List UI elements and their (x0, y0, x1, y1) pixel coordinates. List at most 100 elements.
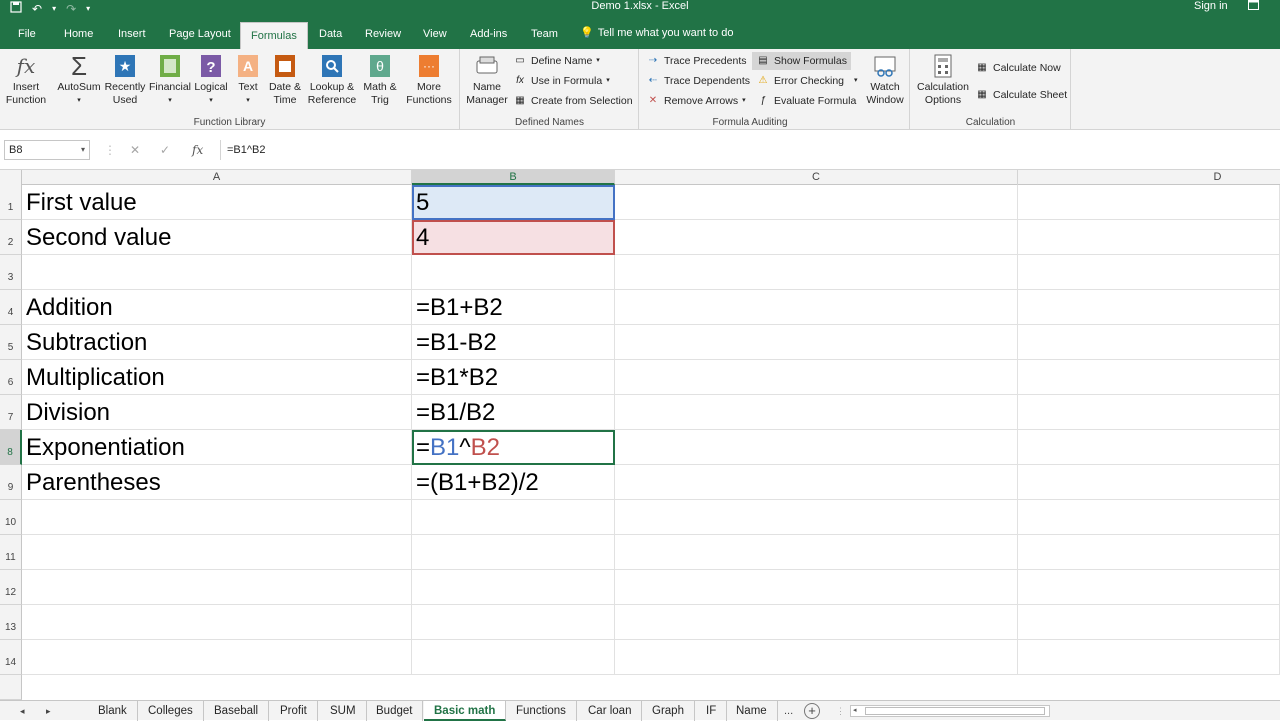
cell-a4[interactable]: Addition (22, 290, 412, 325)
financial-button[interactable]: Financial ▾ (148, 53, 192, 107)
cell-c3[interactable] (615, 255, 1018, 290)
row-header[interactable]: 9 (0, 465, 22, 500)
sheet-tab-budget[interactable]: Budget (366, 701, 424, 721)
row-header[interactable] (0, 675, 22, 700)
cell-a3[interactable] (22, 255, 412, 290)
calculate-now-button[interactable]: ▦ Calculate Now (975, 59, 1060, 77)
cell-b13[interactable] (412, 605, 615, 640)
row-header[interactable]: 1 (0, 185, 22, 220)
sheet-tab-car-loan[interactable]: Car loan (578, 701, 643, 721)
cell-d2[interactable] (1018, 220, 1280, 255)
trace-dependents-button[interactable]: ⇠ Trace Dependents (646, 72, 750, 90)
sheet-tab-profit[interactable]: Profit (270, 701, 318, 721)
select-all-button[interactable] (0, 170, 22, 185)
cell-d5[interactable] (1018, 325, 1280, 360)
row-header[interactable]: 5 (0, 325, 22, 360)
tab-add-ins[interactable]: Add-ins (460, 18, 517, 49)
add-sheet-icon[interactable]: + (804, 703, 820, 719)
cell-c12[interactable] (615, 570, 1018, 605)
tab-data[interactable]: Data (309, 18, 352, 49)
cell-b8[interactable]: =B1^B2 (412, 430, 615, 465)
autosum-button[interactable]: Σ AutoSum ▾ (56, 53, 102, 107)
sheet-tab-baseball[interactable]: Baseball (204, 701, 270, 721)
column-header-d[interactable]: D (1018, 170, 1280, 185)
formula-input[interactable]: =B1^B2 (220, 140, 1276, 160)
sheet-tab-graph[interactable]: Graph (642, 701, 695, 721)
scroll-sheets-left-icon[interactable]: ◂ (20, 701, 25, 721)
column-header-b[interactable]: B (412, 170, 615, 185)
sign-in-link[interactable]: Sign in (1194, 0, 1228, 13)
column-header-a[interactable]: A (22, 170, 412, 185)
cell-c6[interactable] (615, 360, 1018, 395)
trace-precedents-button[interactable]: ⇢ Trace Precedents (646, 52, 747, 70)
cell-d12[interactable] (1018, 570, 1280, 605)
cell-a11[interactable] (22, 535, 412, 570)
math-trig-button[interactable]: θ Math & Trig (360, 53, 400, 107)
cell-d3[interactable] (1018, 255, 1280, 290)
cell-a13[interactable] (22, 605, 412, 640)
cell-b7[interactable]: =B1/B2 (412, 395, 615, 430)
evaluate-formula-button[interactable]: ƒ Evaluate Formula (756, 92, 856, 110)
calculation-options-button[interactable]: Calculation Options (913, 53, 973, 107)
cell-c10[interactable] (615, 500, 1018, 535)
row-header[interactable]: 6 (0, 360, 22, 395)
row-header[interactable]: 4 (0, 290, 22, 325)
cell-d4[interactable] (1018, 290, 1280, 325)
cell-b1[interactable]: 5 (412, 185, 615, 220)
watch-window-button[interactable]: Watch Window (864, 53, 906, 107)
scroll-left-icon[interactable]: ◂ (853, 706, 857, 716)
cell-a5[interactable]: Subtraction (22, 325, 412, 360)
sheet-tab-blank[interactable]: Blank (88, 701, 138, 721)
row-header[interactable]: 13 (0, 605, 22, 640)
cell-b6[interactable]: =B1*B2 (412, 360, 615, 395)
tab-page-layout[interactable]: Page Layout (159, 18, 241, 49)
row-header[interactable]: 3 (0, 255, 22, 290)
sheet-tab-sum[interactable]: SUM (320, 701, 367, 721)
name-manager-button[interactable]: Name Manager (465, 53, 509, 107)
more-sheets-ellipsis[interactable]: ... (784, 701, 793, 721)
cell-b5[interactable]: =B1-B2 (412, 325, 615, 360)
tab-file[interactable]: File (8, 18, 46, 49)
tab-team[interactable]: Team (521, 18, 568, 49)
create-from-selection-button[interactable]: ▦ Create from Selection (513, 92, 632, 110)
lookup-reference-button[interactable]: Lookup & Reference (305, 53, 359, 107)
cell-a10[interactable] (22, 500, 412, 535)
cell-a8[interactable]: Exponentiation (22, 430, 412, 465)
cell-d14[interactable] (1018, 640, 1280, 675)
cell-c5[interactable] (615, 325, 1018, 360)
cell-b3[interactable] (412, 255, 615, 290)
tell-me-box[interactable]: 💡 Tell me what you want to do (580, 18, 733, 49)
cell-a7[interactable]: Division (22, 395, 412, 430)
insert-function-icon[interactable]: fx (192, 140, 203, 160)
chevron-down-icon[interactable]: ▾ (81, 141, 85, 159)
row-header[interactable]: 8 (0, 430, 22, 465)
recently-used-button[interactable]: ★ Recently Used (104, 53, 146, 107)
tab-insert[interactable]: Insert (108, 18, 156, 49)
cell-c4[interactable] (615, 290, 1018, 325)
column-header-c[interactable]: C (615, 170, 1018, 185)
ribbon-display-options-icon[interactable] (1248, 0, 1259, 13)
tab-review[interactable]: Review (355, 18, 411, 49)
cell-d10[interactable] (1018, 500, 1280, 535)
cell-b9[interactable]: =(B1+B2)/2 (412, 465, 615, 500)
cell-c7[interactable] (615, 395, 1018, 430)
row-header[interactable]: 10 (0, 500, 22, 535)
cell-c13[interactable] (615, 605, 1018, 640)
cell-d11[interactable] (1018, 535, 1280, 570)
horizontal-scroll-thumb[interactable] (865, 707, 1045, 715)
cell-a6[interactable]: Multiplication (22, 360, 412, 395)
name-box[interactable]: B8 ▾ (4, 140, 90, 160)
cell-b12[interactable] (412, 570, 615, 605)
sheet-tab-name[interactable]: Name (726, 701, 778, 721)
cell-d9[interactable] (1018, 465, 1280, 500)
row-header[interactable]: 11 (0, 535, 22, 570)
remove-arrows-button[interactable]: ✕ Remove Arrows ▾ (646, 92, 746, 110)
more-functions-button[interactable]: ··· More Functions (402, 53, 456, 107)
use-in-formula-button[interactable]: fx Use in Formula ▾ (513, 72, 610, 90)
cell-c8[interactable] (615, 430, 1018, 465)
cell-b4[interactable]: =B1+B2 (412, 290, 615, 325)
enter-icon[interactable]: ✓ (160, 140, 170, 160)
sheet-tab-basic-math[interactable]: Basic math (424, 701, 507, 721)
cell-b10[interactable] (412, 500, 615, 535)
logical-button[interactable]: ? Logical ▾ (192, 53, 230, 107)
